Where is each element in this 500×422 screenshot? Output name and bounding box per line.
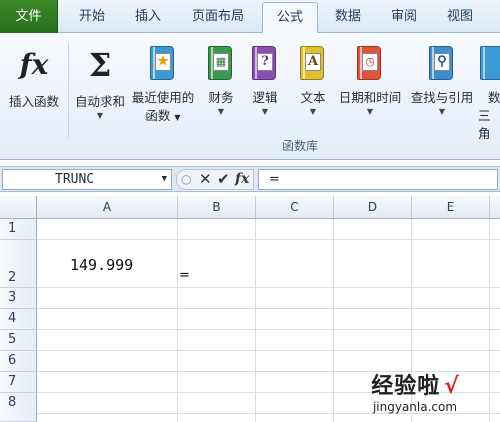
financial-button[interactable]: ▦ 财务 ▼ bbox=[200, 43, 242, 117]
chevron-down-icon: ▼ bbox=[261, 107, 269, 116]
select-all-corner[interactable] bbox=[0, 196, 37, 219]
row-header-1[interactable]: 1 bbox=[0, 219, 37, 240]
star-book-icon: ★ bbox=[150, 46, 174, 80]
gridline bbox=[37, 308, 500, 309]
cell-b2[interactable]: = bbox=[179, 268, 190, 283]
financial-book-icon: ▦ bbox=[208, 46, 232, 80]
tab-view[interactable]: 视图 bbox=[434, 2, 486, 33]
row-header-8[interactable]: 8 bbox=[0, 393, 37, 422]
ribbon-tab-bar: 文件 开始 插入 页面布局 公式 数据 审阅 视图 bbox=[0, 0, 500, 34]
tab-insert[interactable]: 插入 bbox=[122, 2, 174, 33]
text-label: 文本 bbox=[300, 90, 326, 105]
ribbon-separator bbox=[68, 43, 69, 139]
date-time-label: 日期和时间 bbox=[338, 90, 402, 105]
insert-function-icon[interactable]: fx bbox=[235, 170, 249, 189]
gridline bbox=[255, 219, 256, 422]
name-box-dropdown-icon[interactable]: ▼ bbox=[162, 170, 167, 189]
tab-page-layout[interactable]: 页面布局 bbox=[180, 2, 256, 33]
gridline bbox=[177, 219, 178, 422]
tab-data[interactable]: 数据 bbox=[322, 2, 374, 33]
row-header-2[interactable]: 2 bbox=[0, 240, 37, 288]
row-header-5[interactable]: 5 bbox=[0, 330, 37, 351]
watermark-url: jingyanla.com bbox=[372, 400, 458, 414]
function-library-group-label: 函数库 bbox=[281, 139, 318, 153]
column-header-d[interactable]: D bbox=[334, 196, 412, 219]
insert-function-button[interactable]: fx 插入函数 bbox=[2, 47, 66, 111]
row-header-7[interactable]: 7 bbox=[0, 372, 37, 393]
math-book-icon bbox=[480, 46, 500, 80]
recently-used-label-2: 函数 bbox=[145, 108, 171, 123]
math-trig-label: 数 bbox=[488, 90, 500, 105]
chevron-down-icon: ▼ bbox=[96, 111, 104, 120]
watermark-text: 经验啦 bbox=[371, 374, 441, 399]
tab-formulas[interactable]: 公式 bbox=[262, 2, 318, 34]
tab-file[interactable]: 文件 bbox=[0, 0, 58, 33]
logical-book-icon: ? bbox=[252, 46, 276, 80]
cancel-icon[interactable]: ✕ bbox=[199, 170, 212, 189]
gridline bbox=[37, 350, 500, 351]
chevron-down-icon: ▼ bbox=[366, 107, 374, 116]
tab-review[interactable]: 审阅 bbox=[378, 2, 430, 33]
lookup-reference-label: 查找与引用 bbox=[410, 90, 474, 105]
autosum-label: 自动求和 bbox=[74, 94, 125, 109]
column-header-c[interactable]: C bbox=[256, 196, 334, 219]
formula-input[interactable]: = bbox=[258, 169, 498, 190]
lookup-reference-button[interactable]: ⚲ 查找与引用 ▼ bbox=[406, 43, 478, 117]
insert-function-label: 插入函数 bbox=[8, 94, 59, 109]
fx-icon: fx bbox=[19, 48, 49, 81]
watermark: 经验啦 √ jingyanla.com bbox=[330, 368, 500, 414]
chevron-down-icon: ▼ bbox=[309, 107, 317, 116]
column-header-f[interactable] bbox=[490, 196, 500, 219]
text-button[interactable]: A 文本 ▼ bbox=[292, 43, 334, 117]
logical-button[interactable]: ? 逻辑 ▼ bbox=[244, 43, 286, 117]
formula-bar: TRUNC ▼ ○ ✕ ✔ fx = bbox=[0, 166, 500, 192]
gridline bbox=[37, 287, 500, 288]
magnifier-book-icon: ⚲ bbox=[429, 46, 453, 80]
text-book-icon: A bbox=[300, 46, 324, 80]
cell-a2[interactable]: 149.999 bbox=[70, 256, 133, 274]
chevron-down-icon: ▼ bbox=[174, 113, 181, 122]
recently-used-label: 最近使用的 bbox=[131, 90, 195, 105]
row-header-4[interactable]: 4 bbox=[0, 309, 37, 330]
tab-home[interactable]: 开始 bbox=[66, 2, 118, 33]
ribbon-formulas: fx 插入函数 Σ 自动求和 ▼ ★ 最近使用的 函数 ▼ ▦ 财务 ▼ ? 逻… bbox=[0, 33, 500, 160]
check-mark-icon: √ bbox=[444, 374, 459, 399]
sigma-icon: Σ bbox=[88, 46, 112, 84]
column-header-a[interactable]: A bbox=[37, 196, 178, 219]
math-trig-button[interactable]: 数 三角 bbox=[478, 43, 500, 143]
date-time-book-icon: ◷ bbox=[357, 46, 381, 80]
grip-icon: ○ bbox=[181, 172, 192, 186]
formula-buttons: ○ ✕ ✔ fx bbox=[176, 169, 254, 190]
gridline bbox=[37, 239, 500, 240]
date-time-button[interactable]: ◷ 日期和时间 ▼ bbox=[334, 43, 406, 117]
row-header-6[interactable]: 6 bbox=[0, 351, 37, 372]
chevron-down-icon: ▼ bbox=[438, 107, 446, 116]
row-header-3[interactable]: 3 bbox=[0, 288, 37, 309]
gridline bbox=[37, 329, 500, 330]
name-box[interactable]: TRUNC ▼ bbox=[2, 169, 172, 190]
financial-label: 财务 bbox=[208, 90, 234, 105]
column-header-b[interactable]: B bbox=[178, 196, 256, 219]
recently-used-button[interactable]: ★ 最近使用的 函数 ▼ bbox=[128, 43, 198, 127]
name-box-value: TRUNC bbox=[55, 172, 95, 187]
autosum-button[interactable]: Σ 自动求和 ▼ bbox=[72, 47, 128, 121]
logical-label: 逻辑 bbox=[252, 90, 278, 105]
enter-check-icon[interactable]: ✔ bbox=[217, 170, 230, 189]
chevron-down-icon: ▼ bbox=[217, 107, 225, 116]
column-header-e[interactable]: E bbox=[412, 196, 490, 219]
